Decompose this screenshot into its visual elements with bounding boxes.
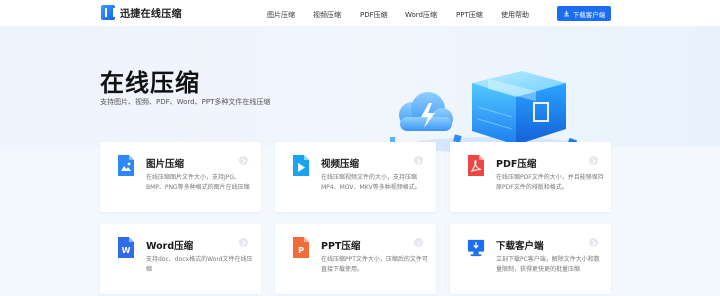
- card-title: PDF压缩: [496, 159, 537, 170]
- svg-text:P: P: [298, 246, 304, 255]
- logo-icon: [101, 5, 115, 20]
- nav-word-compress[interactable]: Word压缩: [405, 10, 437, 20]
- site-logo[interactable]: 迅捷在线压缩: [101, 5, 182, 20]
- nav-image-compress[interactable]: 图片压缩: [267, 10, 295, 20]
- card-download-client[interactable]: 下载客户端 立刻下载PC客户端，解除文件大小和数量限制，获得更快更的批量压缩: [450, 224, 611, 294]
- card-description: 在线压缩视频文件的大小，支持压缩MP4、MOV、MKV等多种视频格式。: [321, 174, 421, 191]
- nav-video-compress[interactable]: 视频压缩: [313, 10, 341, 20]
- card-image-compress[interactable]: 图片压缩 在线压缩图片文件大小，支持JPG、BMP、PNG等多种格式的图片在线压…: [100, 142, 261, 212]
- card-description: 在线压缩PDF文件的大小，并且能够保持原PDF文件的排版和格式。: [496, 174, 604, 191]
- card-word-compress[interactable]: W Word压缩 支持doc、docx格式的Word文件在线压缩: [100, 224, 261, 294]
- desktop-download-icon: [467, 239, 485, 257]
- nav-pdf-compress[interactable]: PDF压缩: [360, 10, 388, 20]
- svg-text:W: W: [122, 246, 131, 255]
- video-file-icon: [293, 155, 309, 176]
- card-description: 支持doc、docx格式的Word文件在线压缩: [146, 256, 253, 273]
- download-client-button[interactable]: 下载客户端: [557, 6, 611, 21]
- word-file-icon: W: [118, 237, 134, 258]
- image-file-icon: [118, 155, 134, 176]
- chevron-right-icon[interactable]: [239, 238, 248, 247]
- cloud-icon: [399, 92, 453, 131]
- card-description: 在线压缩PPT文件大小，压缩后的文件可直接下载使用。: [321, 256, 428, 273]
- hero-banner: 在线压缩 支持图片、视频、PDF、Word、PPT多种文件在线压缩: [0, 27, 720, 153]
- chevron-right-icon[interactable]: [239, 156, 248, 165]
- download-client-label: 下载客户端: [572, 10, 606, 19]
- nav-help[interactable]: 使用帮助: [501, 10, 529, 20]
- card-description: 在线压缩图片文件大小，支持JPG、BMP、PNG等多种格式的图片在线压缩: [146, 174, 250, 191]
- card-title: PPT压缩: [321, 241, 361, 252]
- card-title: 下载客户端: [496, 241, 544, 252]
- download-icon: [563, 10, 569, 17]
- pdf-file-icon: [468, 155, 484, 176]
- chevron-right-icon[interactable]: [589, 238, 598, 247]
- cube-icon: [472, 71, 566, 145]
- hero-subtitle: 支持图片、视频、PDF、Word、PPT多种文件在线压缩: [100, 98, 271, 106]
- chevron-right-icon[interactable]: [414, 238, 423, 247]
- card-pdf-compress[interactable]: PDF压缩 在线压缩PDF文件的大小，并且能够保持原PDF文件的排版和格式。: [450, 142, 611, 212]
- ppt-file-icon: P: [293, 237, 309, 258]
- chevron-right-icon[interactable]: [589, 156, 598, 165]
- chevron-right-icon[interactable]: [414, 156, 423, 165]
- nav-ppt-compress[interactable]: PPT压缩: [456, 10, 483, 20]
- card-video-compress[interactable]: 视频压缩 在线压缩视频文件的大小，支持压缩MP4、MOV、MKV等多种视频格式。: [275, 142, 436, 212]
- hero-title: 在线压缩: [100, 69, 200, 97]
- card-title: Word压缩: [146, 241, 194, 252]
- card-title: 视频压缩: [321, 159, 360, 170]
- card-title: 图片压缩: [146, 159, 185, 170]
- logo-text: 迅捷在线压缩: [120, 9, 182, 20]
- card-ppt-compress[interactable]: P PPT压缩 在线压缩PPT文件大小，压缩后的文件可直接下载使用。: [275, 224, 436, 294]
- top-header: 迅捷在线压缩 图片压缩 视频压缩 PDF压缩 Word压缩 PPT压缩 使用帮助…: [0, 0, 720, 27]
- card-description: 立刻下载PC客户端，解除文件大小和数量限制，获得更快更的批量压缩: [496, 256, 600, 273]
